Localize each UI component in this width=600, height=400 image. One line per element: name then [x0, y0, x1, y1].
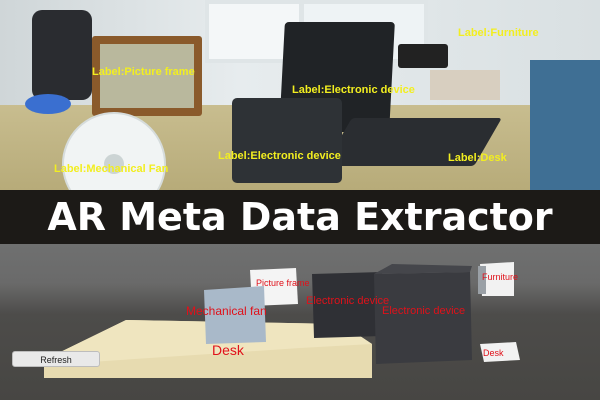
- label-electronic-device-2: Label:Electronic device: [218, 150, 341, 162]
- box-object: [430, 70, 500, 100]
- electronic-device-cube-2: [374, 272, 472, 364]
- router-object: [398, 44, 448, 68]
- label-furniture: Label:Furniture: [458, 27, 539, 39]
- camera-photo-panel: Label:Picture frame Label:Electronic dev…: [0, 0, 600, 190]
- label-electronic-device-1: Label:Electronic device: [292, 84, 415, 96]
- shelf-object: [530, 60, 600, 190]
- ar-scene-view[interactable]: Picture frame Mechanical fan Electronic …: [0, 244, 600, 400]
- mouse-object: [25, 94, 71, 114]
- label-desk: Label:Desk: [448, 152, 507, 164]
- tag-furniture: Furniture: [482, 272, 519, 282]
- tag-electronic-device-1: Electronic device: [306, 295, 390, 307]
- ar-scene-graphics: [44, 262, 520, 378]
- tag-picture-frame: Picture frame: [256, 278, 310, 288]
- label-mechanical-fan: Label:Mechanical Fan: [54, 163, 169, 175]
- tag-electronic-device-2: Electronic device: [382, 305, 466, 317]
- tag-desk-small: Desk: [483, 348, 504, 358]
- tablet-object: [232, 98, 342, 183]
- page-title: AR Meta Data Extractor: [47, 195, 553, 239]
- tag-mechanical-fan: Mechanical fan: [186, 304, 267, 318]
- label-picture-frame: Label:Picture frame: [92, 66, 195, 78]
- tag-desk: Desk: [212, 342, 244, 358]
- backpack-object: [32, 10, 92, 100]
- refresh-button[interactable]: Refresh: [12, 351, 100, 367]
- title-banner: AR Meta Data Extractor: [0, 190, 600, 244]
